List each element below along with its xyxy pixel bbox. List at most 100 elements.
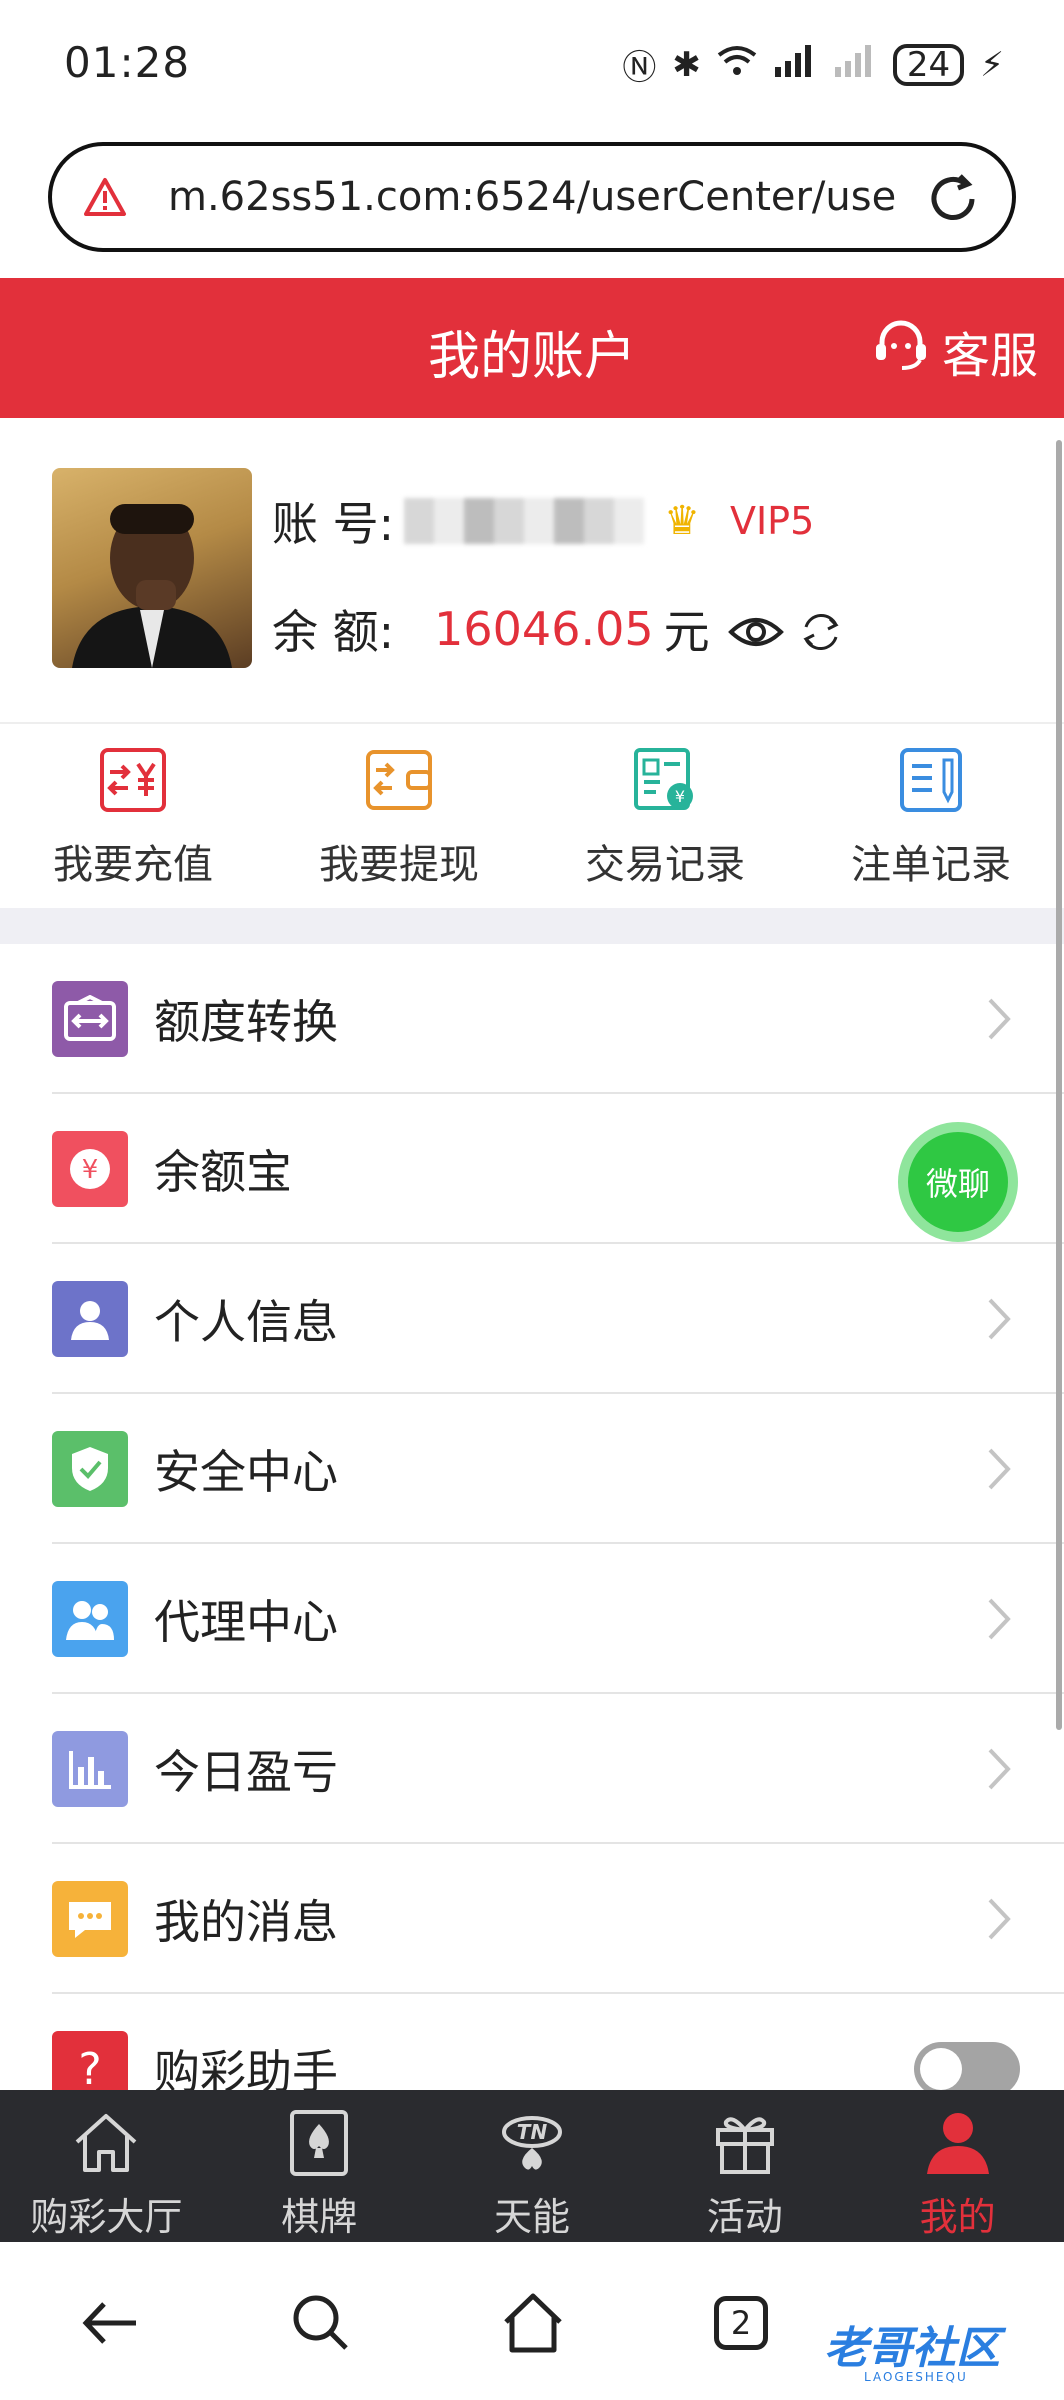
signal-icon [773,43,817,86]
tab-label: 棋牌 [281,2195,358,2239]
account-label: 账 号: [272,497,395,551]
eye-icon[interactable] [727,609,784,649]
quick-actions: 我要充值 我要提现 ¥ 交易记录 注单记录 [0,722,1064,908]
watermark-subtext: LAOGESHEQU [864,2370,968,2384]
transfer-icon [52,981,128,1057]
battery-indicator: 24 [892,43,965,86]
chevron-right-icon [988,1598,1011,1640]
svg-text:TN: TN [517,2120,548,2144]
tab-label: 活动 [706,2195,783,2239]
search-icon[interactable] [286,2288,356,2358]
svg-text:?: ? [78,2044,101,2094]
quick-action-label: 注单记录 [851,842,1011,888]
float-chat-button[interactable]: 微聊 [898,1122,1018,1242]
menu-list: 额度转换 ¥ 余额宝 个人信息 安全中心 代理中心 今日盈亏 我的消息? 购彩助手 [0,944,1064,2144]
status-bar: 01:28 Ⓝ ✱ 24 ⚡ [0,0,1064,130]
scrollbar[interactable] [1056,440,1062,1730]
tab-tn[interactable]: TN 天能 [426,2090,639,2242]
account-card: 账 号: ♛ VIP5 余 额: 16046.05 元 [0,418,1064,720]
page-header: 我的账户 客服 [0,278,1064,418]
message-icon [52,1881,128,1957]
tabs-count-button[interactable]: 2 [714,2296,768,2350]
yuebao-icon: ¥ [52,1131,128,1207]
transaction-record-icon: ¥ [630,746,700,814]
tab-label: 天能 [493,2195,570,2239]
profile-icon [923,2108,993,2178]
quick-action-transaction-record[interactable]: ¥ 交易记录 [532,724,798,908]
customer-service-button[interactable]: 客服 [874,316,1038,386]
agent-icon [52,1581,128,1657]
crown-icon: ♛ [664,498,700,544]
menu-item-shield[interactable]: 安全中心 [0,1394,1064,1544]
menu-item-agent[interactable]: 代理中心 [0,1544,1064,1694]
float-chat-label: 微聊 [925,1165,990,1203]
signal-off-icon [833,43,877,86]
quick-action-label: 我要提现 [319,842,479,888]
bottom-tab-bar: 购彩大厅 棋牌 TN 天能 活动 我的 [0,2090,1064,2242]
menu-item-label: 代理中心 [154,1595,338,1649]
wifi-icon [717,43,757,86]
menu-item-label: 今日盈亏 [154,1745,338,1799]
bet-record-icon [896,746,966,814]
menu-item-label: 我的消息 [154,1895,338,1949]
customer-service-label: 客服 [941,328,1038,384]
tab-profile[interactable]: 我的 [851,2090,1064,2242]
balance-unit: 元 [663,605,710,659]
quick-action-withdraw[interactable]: 我要提现 [266,724,532,908]
menu-item-chart[interactable]: 今日盈亏 [0,1694,1064,1844]
chevron-right-icon [988,1898,1011,1940]
chevron-right-icon [988,998,1011,1040]
balance-label: 余 额: [272,605,395,659]
section-divider [0,908,1064,944]
gift-icon [710,2108,780,2178]
address-bar[interactable]: m.62ss51.com:6524/userCenter/use [48,142,1016,252]
quick-action-label: 我要充值 [53,842,213,888]
menu-item-label: 个人信息 [154,1295,338,1349]
quick-action-bet-record[interactable]: 注单记录 [798,724,1064,908]
account-row: 账 号: ♛ VIP5 [272,488,814,554]
assistant-toggle[interactable] [914,2042,1020,2096]
home-icon [71,2108,141,2178]
withdraw-icon [364,746,434,814]
user-icon [52,1281,128,1357]
headset-icon [874,320,928,382]
cards-icon [284,2108,354,2178]
tab-home[interactable]: 购彩大厅 [0,2090,213,2242]
quick-action-recharge[interactable]: 我要充值 [0,724,266,908]
refresh-balance-icon[interactable] [798,609,850,650]
status-time: 01:28 [64,38,191,87]
back-icon[interactable] [76,2288,146,2358]
menu-item-label: 安全中心 [154,1445,338,1499]
menu-item-transfer[interactable]: 额度转换 [0,944,1064,1094]
tab-label: 购彩大厅 [30,2195,183,2239]
chevron-right-icon [988,1448,1011,1490]
nfc-icon: Ⓝ [622,48,657,88]
tn-icon: TN [497,2108,567,2178]
vip-badge: VIP5 [729,499,815,543]
menu-item-user[interactable]: 个人信息 [0,1244,1064,1394]
tab-cards[interactable]: 棋牌 [213,2090,426,2242]
tabs-count: 2 [730,2304,752,2342]
watermark-logo: 老哥社区 [824,2323,1000,2374]
menu-item-message[interactable]: 我的消息 [0,1844,1064,1994]
home-nav-icon[interactable] [498,2288,568,2358]
tab-gift[interactable]: 活动 [638,2090,851,2242]
reload-icon[interactable] [924,170,982,228]
avatar[interactable] [52,468,252,668]
quick-action-label: 交易记录 [585,842,745,888]
svg-text:¥: ¥ [82,1155,99,1185]
menu-item-label: 余额宝 [154,1145,292,1199]
tab-label: 我的 [919,2195,996,2239]
balance-value: 16046.05 [434,602,654,656]
menu-item-label: 额度转换 [154,995,338,1049]
status-icons: Ⓝ ✱ 24 ⚡ [622,40,1004,89]
url-text[interactable]: m.62ss51.com:6524/userCenter/use [168,174,898,220]
bluetooth-icon: ✱ [672,44,701,85]
chevron-right-icon [988,1298,1011,1340]
chart-icon [52,1731,128,1807]
balance-row: 余 额: 16046.05 元 [272,596,850,662]
shield-icon [52,1431,128,1507]
chevron-right-icon [988,1748,1011,1790]
svg-text:¥: ¥ [675,787,685,806]
warning-icon [82,174,128,220]
